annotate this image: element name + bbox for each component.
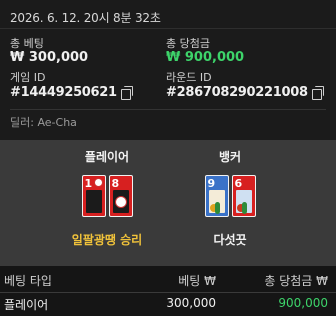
round-id-value: #286708290221008 [166, 85, 308, 100]
total-win-cell: 900,000 [278, 296, 328, 310]
divider [0, 292, 336, 293]
bets-table: 베팅 타입 베팅 ₩ 총 당첨금 ₩ 플레이어 300,000 900,000 [0, 266, 336, 316]
banker-side: 뱅커 9 6 다섯끗 [170, 148, 290, 248]
card-number: 9 [207, 177, 216, 190]
chrysanthemum-card-icon: 9 [204, 175, 229, 217]
divider [10, 109, 326, 110]
copy-icon[interactable] [311, 86, 324, 100]
total-win-label: 총 당첨금 [166, 37, 210, 50]
card-number: 8 [111, 177, 120, 190]
moon-card-icon: 8 [108, 175, 133, 217]
total-bet-value: ₩ 300,000 [10, 50, 89, 65]
player-side: 플레이어 1 8 일팔광땡 승리 [47, 148, 167, 248]
game-id-label: 게임 ID [10, 71, 46, 84]
round-id-label: 라운드 ID [166, 71, 212, 84]
table-row: 플레이어 300,000 900,000 [0, 296, 336, 314]
column-total-win: 총 당첨금 ₩ [264, 274, 328, 288]
card-number: 1 [84, 177, 93, 190]
card-number: 6 [234, 177, 243, 190]
bet-amount-cell: 300,000 [166, 296, 216, 310]
round-summary: 2026. 6. 12. 20시 8분 32초 총 베팅 ₩ 300,000 총… [0, 0, 336, 140]
copy-icon[interactable] [120, 86, 133, 100]
game-id-row: #14449250621 [10, 85, 133, 100]
player-cards: 1 8 [47, 175, 167, 221]
bet-type-cell: 플레이어 [4, 298, 49, 312]
banker-title: 뱅커 [218, 150, 242, 164]
result-panel: 플레이어 1 8 일팔광땡 승리 뱅커 9 6 다섯끗 [0, 140, 336, 266]
banker-cards: 9 6 [170, 175, 290, 221]
peony-card-icon: 6 [231, 175, 256, 217]
crane-card-icon: 1 [81, 175, 106, 217]
banker-outcome: 다섯끗 [213, 233, 247, 247]
player-title: 플레이어 [84, 150, 130, 164]
total-win-value: ₩ 900,000 [166, 50, 245, 65]
game-id-value: #14449250621 [10, 85, 117, 100]
column-bet-amount: 베팅 ₩ [178, 274, 216, 288]
round-id-row: #286708290221008 [166, 85, 324, 100]
total-bet-label: 총 베팅 [10, 37, 44, 50]
table-header: 베팅 타입 베팅 ₩ 총 당첨금 ₩ [0, 272, 336, 292]
column-bet-type: 베팅 타입 [4, 274, 52, 288]
divider [0, 28, 336, 29]
player-outcome: 일팔광땡 승리 [71, 233, 143, 247]
dealer-name: 딜러: Ae-Cha [10, 116, 77, 129]
round-datetime: 2026. 6. 12. 20시 8분 32초 [10, 11, 161, 25]
